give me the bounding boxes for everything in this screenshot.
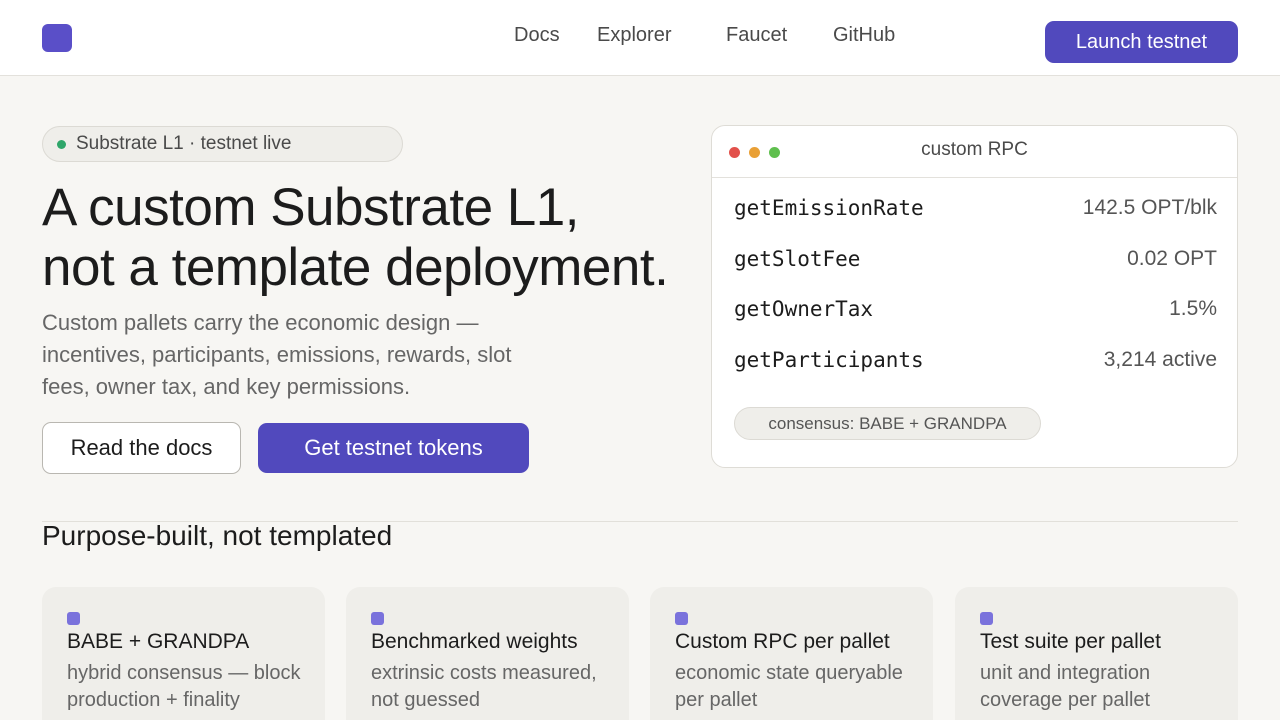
feature-description: economic state queryable per pallet (675, 662, 903, 711)
rpc-row: getParticipants 3,214 active (734, 345, 1217, 375)
nav-link-faucet[interactable]: Faucet (726, 24, 787, 47)
rpc-row: getEmissionRate 142.5 OPT/blk (734, 193, 1217, 223)
hero-subtext: Custom pallets carry the economic design… (42, 310, 512, 399)
get-testnet-tokens-button[interactable]: Get testnet tokens (258, 423, 529, 473)
feature-card: Custom RPC per pallet economic state que… (650, 587, 933, 720)
rpc-method: getOwnerTax (734, 297, 874, 321)
rpc-card-header: custom RPC (712, 126, 1237, 178)
feature-card: BABE + GRANDPA hybrid consensus — block … (42, 587, 325, 720)
nav-link-docs[interactable]: Docs (514, 24, 560, 47)
rpc-value: 0.02 OPT (1127, 247, 1217, 270)
feature-title: Custom RPC per pallet (675, 630, 890, 653)
feature-square-icon (675, 612, 688, 625)
feature-card: Benchmarked weights extrinsic costs meas… (346, 587, 629, 720)
features-section-title: Purpose-built, not templated (42, 520, 393, 551)
feature-card: Test suite per pallet unit and integrati… (955, 587, 1238, 720)
hero-headline-line1: A custom Substrate L1, (42, 178, 579, 237)
feature-square-icon (371, 612, 384, 625)
rpc-row: getSlotFee 0.02 OPT (734, 244, 1217, 274)
feature-description: hybrid consensus — block production + fi… (67, 662, 301, 711)
read-docs-button[interactable]: Read the docs (42, 422, 241, 474)
status-badge: Substrate L1 · testnet live (42, 126, 403, 162)
rpc-card-title: custom RPC (921, 139, 1028, 160)
nav-link-github[interactable]: GitHub (833, 24, 895, 47)
launch-testnet-button[interactable]: Launch testnet (1045, 21, 1238, 63)
rpc-method: getParticipants (734, 348, 924, 372)
feature-title: BABE + GRANDPA (67, 630, 250, 653)
rpc-value: 1.5% (1169, 297, 1217, 320)
rpc-value: 3,214 active (1103, 348, 1217, 371)
top-nav: Docs Explorer Faucet GitHub Launch testn… (0, 0, 1280, 76)
hero-headline-line2: not a template deployment. (42, 238, 669, 297)
rpc-method: getSlotFee (734, 247, 861, 271)
live-status-dot-icon (57, 139, 66, 149)
rpc-method: getEmissionRate (734, 196, 924, 220)
feature-description: extrinsic costs measured, not guessed (371, 662, 597, 711)
feature-title: Test suite per pallet (980, 630, 1161, 653)
status-badge-text: Substrate L1 · testnet live (76, 133, 292, 154)
rpc-card: custom RPC getEmissionRate 142.5 OPT/blk… (711, 125, 1238, 468)
feature-square-icon (67, 612, 80, 625)
feature-description: unit and integration coverage per pallet (980, 662, 1151, 711)
consensus-badge: consensus: BABE + GRANDPA (734, 407, 1041, 440)
hero-headline: A custom Substrate L1, not a template de… (42, 178, 702, 298)
nav-link-explorer[interactable]: Explorer (597, 24, 671, 47)
feature-title: Benchmarked weights (371, 630, 578, 653)
feature-square-icon (980, 612, 993, 625)
logo-icon[interactable] (42, 24, 72, 52)
rpc-row: getOwnerTax 1.5% (734, 294, 1217, 324)
rpc-value: 142.5 OPT/blk (1082, 196, 1217, 219)
